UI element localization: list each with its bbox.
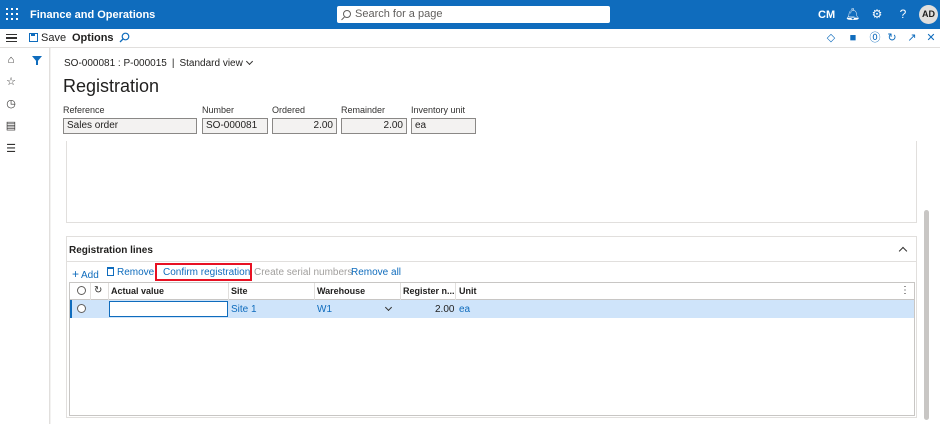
column-header-actual-value[interactable]: Actual value — [111, 286, 164, 296]
gear-icon[interactable]: ⚙ — [870, 7, 884, 21]
action-pane: Save Options ◇ ■ ⓪ ↻ ↗ ✕ — [0, 29, 940, 48]
dimensions-panel — [66, 141, 917, 223]
company-picker[interactable]: CM — [818, 9, 835, 21]
filter-pane — [22, 48, 50, 424]
create-serial-numbers-button[interactable]: Create serial numbers — [254, 267, 352, 278]
remove-label: Remove — [117, 267, 155, 278]
trash-icon — [107, 267, 114, 276]
attachments-icon[interactable]: ⓪ — [869, 32, 881, 44]
add-label: Add — [81, 270, 99, 281]
office-icon[interactable]: ■ — [847, 32, 859, 44]
refresh-icon[interactable]: ↻ — [94, 286, 102, 296]
column-header-unit[interactable]: Unit — [459, 286, 477, 296]
app-launcher-icon[interactable] — [6, 8, 18, 20]
open-new-window-icon[interactable]: ↗ — [906, 32, 918, 44]
column-header-register-now[interactable]: Register n... — [403, 286, 455, 296]
chevron-up-icon[interactable] — [898, 246, 908, 256]
action-search-icon[interactable] — [119, 32, 130, 46]
home-icon[interactable]: ⌂ — [5, 54, 17, 66]
view-selector[interactable]: Standard view — [179, 57, 253, 69]
column-header-site[interactable]: Site — [231, 286, 248, 296]
column-separator — [228, 283, 229, 300]
help-icon[interactable]: ? — [896, 7, 910, 21]
remove-button[interactable]: Remove — [107, 267, 154, 278]
breadcrumb: SO-000081 : P-000015 | Standard view — [64, 57, 253, 69]
grid-header: ↻ Actual value Site Warehouse Register n… — [70, 283, 914, 300]
save-button[interactable]: Save — [29, 32, 66, 44]
favorites-icon[interactable]: ☆ — [5, 76, 17, 88]
column-separator — [455, 283, 456, 300]
column-separator — [108, 283, 109, 300]
column-separator — [314, 283, 315, 300]
app-title[interactable]: Finance and Operations — [30, 9, 155, 21]
more-options-icon[interactable]: ⋮ — [900, 285, 910, 296]
confirm-registration-button[interactable]: Confirm registration — [163, 267, 250, 278]
ordered-value[interactable]: 2.00 — [272, 118, 337, 134]
section-divider — [67, 261, 916, 262]
remove-all-button[interactable]: Remove all — [351, 267, 401, 278]
bell-icon[interactable]: 🔔︎ — [845, 7, 860, 21]
page-title: Registration — [63, 76, 160, 96]
table-row[interactable]: Site 1 W1 2.00 ea — [70, 300, 914, 318]
page-scrollbar[interactable] — [924, 210, 929, 420]
register-now-cell[interactable]: 2.00 — [435, 304, 454, 315]
column-header-warehouse[interactable]: Warehouse — [317, 286, 365, 296]
workspaces-icon[interactable]: ▤ — [5, 120, 17, 132]
inventory-unit-field: Inventory unit ea — [411, 105, 476, 134]
registration-lines-grid: ↻ Actual value Site Warehouse Register n… — [69, 282, 915, 416]
remainder-field: Remainder 2.00 — [341, 105, 407, 134]
remainder-value[interactable]: 2.00 — [341, 118, 407, 134]
breadcrumb-record: SO-000081 : P-000015 — [64, 58, 167, 69]
row-selection-marker — [70, 300, 72, 318]
reference-value[interactable]: Sales order — [63, 118, 197, 134]
breadcrumb-separator: | — [171, 58, 175, 69]
main-content: SO-000081 : P-000015 | Standard view Regis… — [51, 48, 940, 424]
view-name: Standard view — [179, 58, 243, 69]
section-title[interactable]: Registration lines — [69, 245, 153, 256]
save-icon — [29, 33, 38, 42]
number-label: Number — [202, 105, 235, 115]
modules-icon[interactable]: ☰ — [5, 143, 17, 155]
select-all-radio[interactable] — [77, 286, 86, 295]
top-navigation-bar: Finance and Operations Search for a page… — [0, 0, 940, 29]
recent-icon[interactable]: ◷ — [5, 98, 17, 110]
filter-icon[interactable] — [32, 56, 42, 65]
navigation-rail: ⌂ ☆ ◷ ▤ ☰ — [0, 48, 22, 424]
search-icon — [343, 10, 351, 18]
options-tab[interactable]: Options — [72, 32, 114, 44]
reference-field: Reference Sales order — [63, 105, 197, 134]
site-cell[interactable]: Site 1 — [231, 304, 257, 315]
row-select-radio[interactable] — [77, 304, 86, 313]
refresh-icon[interactable]: ↻ — [886, 32, 898, 44]
avatar[interactable]: AD — [919, 5, 938, 24]
remainder-label: Remainder — [341, 105, 386, 115]
hamburger-menu-icon[interactable] — [6, 34, 17, 42]
search-placeholder: Search for a page — [355, 8, 443, 20]
chevron-down-icon — [245, 57, 253, 66]
warehouse-cell[interactable]: W1 — [317, 304, 332, 315]
actual-value-input[interactable] — [109, 301, 228, 317]
number-value[interactable]: SO-000081 — [202, 118, 268, 134]
unit-cell[interactable]: ea — [459, 304, 470, 315]
inventory-unit-label: Inventory unit — [411, 105, 466, 115]
close-icon[interactable]: ✕ — [925, 32, 937, 44]
inventory-unit-value[interactable]: ea — [411, 118, 476, 134]
registration-lines-section: Registration lines + Add Remove Confirm r… — [66, 236, 917, 418]
plus-icon: + — [72, 267, 80, 281]
column-separator — [90, 283, 91, 300]
diamond-icon[interactable]: ◇ — [825, 32, 837, 44]
reference-label: Reference — [63, 105, 105, 115]
save-label: Save — [41, 32, 67, 44]
add-button[interactable]: + Add — [72, 267, 99, 281]
number-field: Number SO-000081 — [202, 105, 268, 134]
search-input[interactable]: Search for a page — [337, 6, 610, 23]
ordered-label: Ordered — [272, 105, 306, 115]
column-separator — [400, 283, 401, 300]
ordered-field: Ordered 2.00 — [272, 105, 337, 134]
chevron-down-icon[interactable] — [384, 303, 393, 312]
